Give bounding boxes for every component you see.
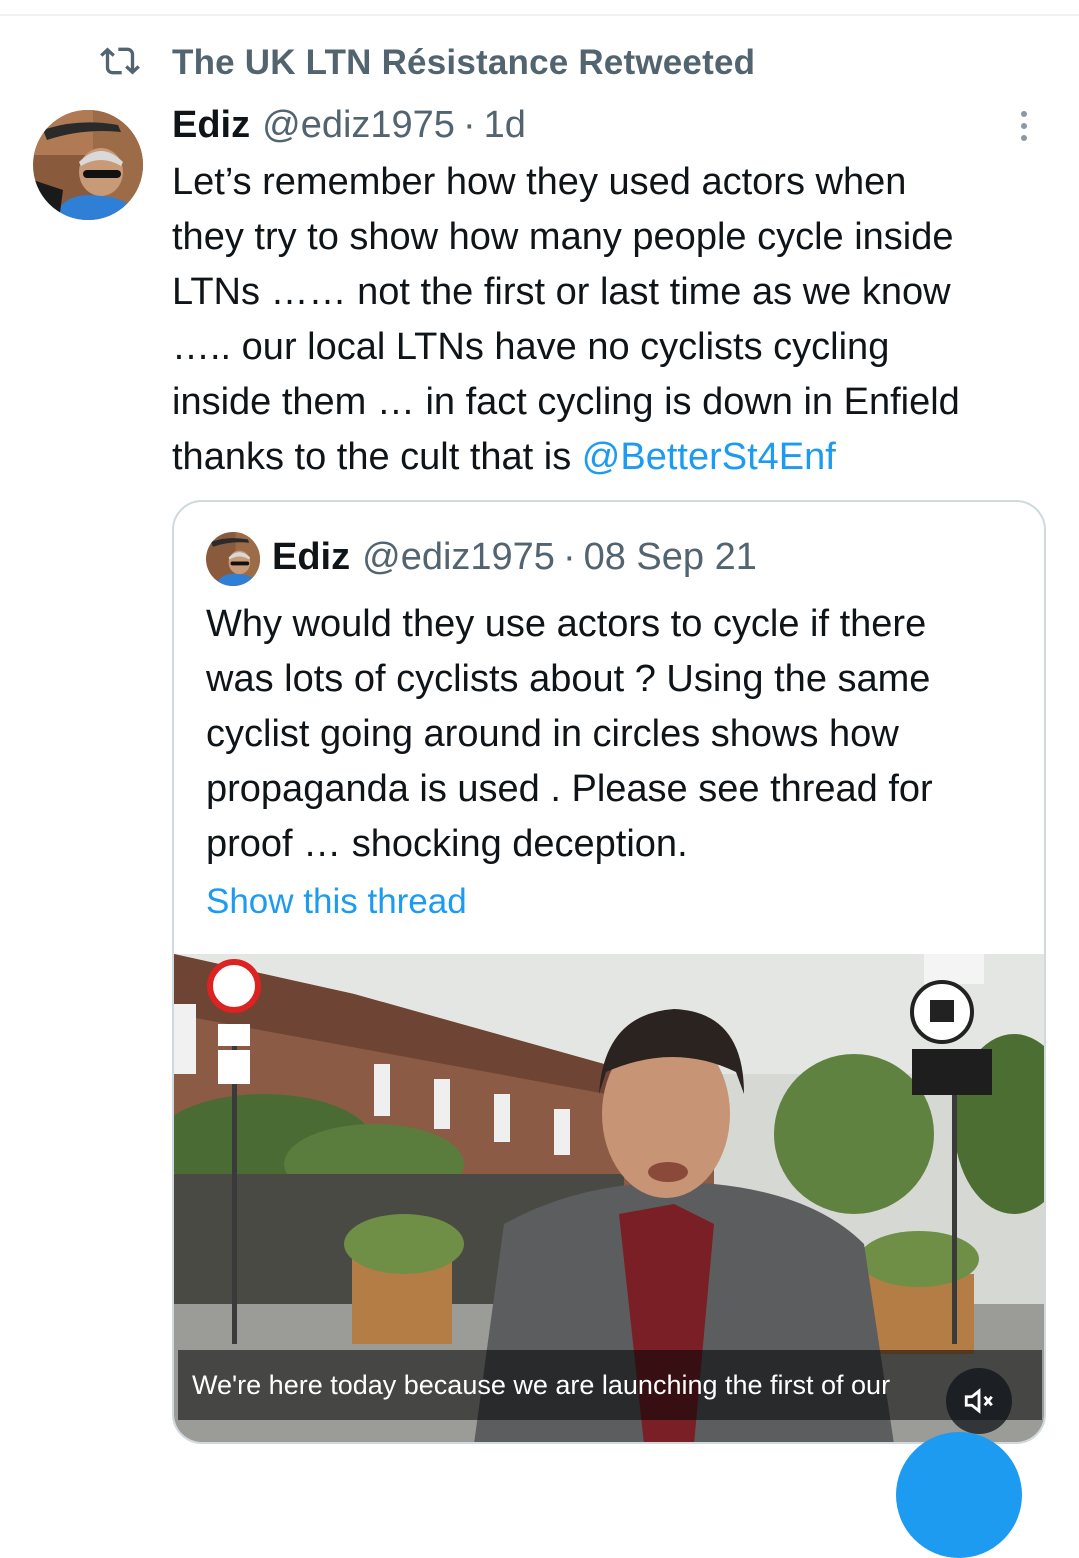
quoted-header: Ediz @ediz1975 · 08 Sep 21 bbox=[272, 536, 757, 579]
tweet-text: Let’s remember how they used actors when… bbox=[172, 155, 1057, 485]
author-avatar[interactable] bbox=[33, 110, 143, 220]
tweet-line: LTNs …… not the first or last time as we… bbox=[172, 271, 951, 313]
tweet-header: Ediz @ediz1975 · 1d bbox=[172, 104, 526, 152]
quoted-author-name: Ediz bbox=[272, 536, 351, 578]
quoted-header-separator: · bbox=[562, 536, 576, 578]
author-handle[interactable]: @ediz1975 bbox=[262, 104, 455, 147]
retweet-context[interactable]: The UK LTN Résistance Retweeted bbox=[100, 40, 755, 86]
quoted-tweet[interactable]: Ediz @ediz1975 · 08 Sep 21 Why would the… bbox=[172, 500, 1046, 1444]
video-player[interactable]: We're here today because we are launchin… bbox=[174, 954, 1044, 1442]
mention-link[interactable]: @BetterSt4Enf bbox=[582, 436, 836, 478]
tweet-line: Let’s remember how they used actors when bbox=[172, 161, 907, 203]
video-caption: We're here today because we are launchin… bbox=[178, 1350, 1042, 1420]
quoted-line: Why would they use actors to cycle if th… bbox=[206, 603, 927, 645]
quoted-line: cyclist going around in circles shows ho… bbox=[206, 713, 899, 755]
quoted-line: proof … shocking deception. bbox=[206, 823, 688, 865]
author-name[interactable]: Ediz bbox=[172, 104, 250, 147]
quoted-line: propaganda is used . Please see thread f… bbox=[206, 768, 933, 810]
quoted-author-avatar bbox=[206, 532, 260, 586]
retweet-label: The UK LTN Résistance Retweeted bbox=[172, 43, 756, 82]
caption-text: We're here today because we are launchin… bbox=[192, 1369, 891, 1400]
quoted-author-handle: @ediz1975 bbox=[362, 536, 555, 578]
retweet-icon bbox=[100, 41, 140, 86]
tweet-line: ….. our local LTNs have no cyclists cycl… bbox=[172, 326, 890, 368]
quoted-text: Why would they use actors to cycle if th… bbox=[206, 597, 1026, 872]
tweet-timestamp[interactable]: 1d bbox=[484, 104, 526, 147]
tweet-line-text: thanks to the cult that is bbox=[172, 436, 582, 478]
speaker-muted-icon[interactable] bbox=[946, 1368, 1012, 1434]
quoted-date: 08 Sep 21 bbox=[583, 536, 757, 578]
compose-tweet-button[interactable] bbox=[896, 1432, 1022, 1558]
header-separator: · bbox=[462, 104, 476, 146]
tweet-line: inside them … in fact cycling is down in… bbox=[172, 381, 960, 423]
tweet-line-last: thanks to the cult that is @BetterSt4Enf bbox=[172, 430, 1057, 485]
tweet-line: they try to show how many people cycle i… bbox=[172, 216, 954, 258]
show-thread-link[interactable]: Show this thread bbox=[206, 882, 467, 922]
quoted-line: was lots of cyclists about ? Using the s… bbox=[206, 658, 931, 700]
top-divider bbox=[0, 14, 1079, 16]
more-options-icon[interactable] bbox=[1006, 104, 1042, 148]
